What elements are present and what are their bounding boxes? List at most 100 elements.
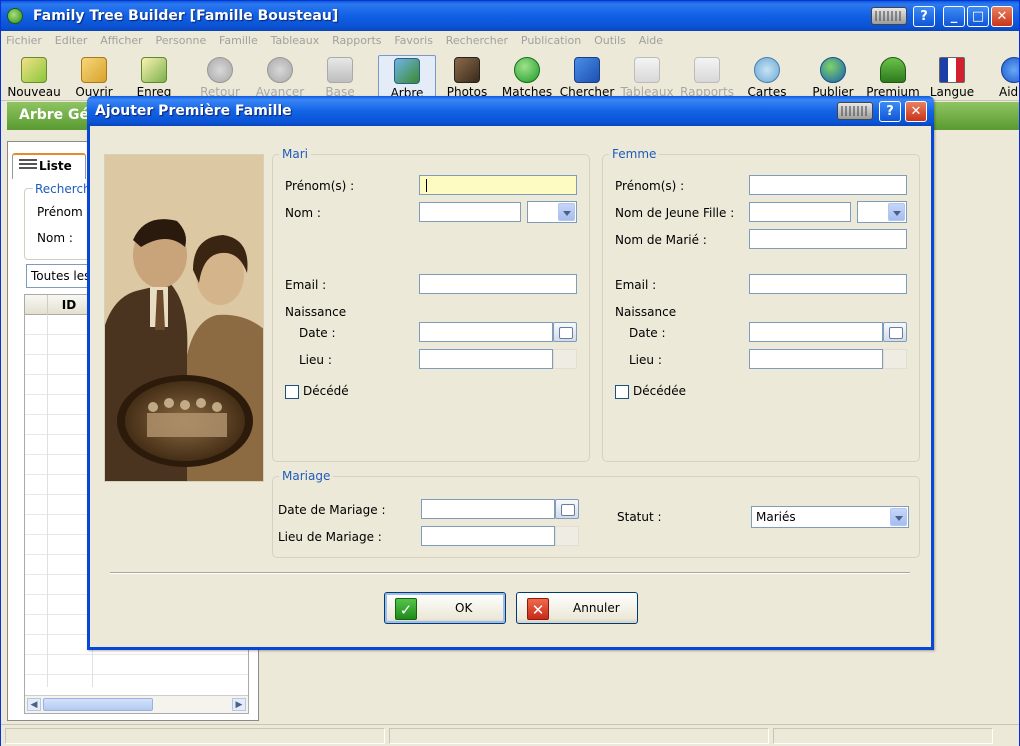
help-icon[interactable]: ? [913,6,935,27]
scroll-thumb[interactable] [43,698,153,711]
calendar-icon[interactable] [555,499,579,519]
menu-rapports[interactable]: Rapports [327,31,385,47]
publier-button[interactable]: Publier [804,55,862,101]
mari-group: Mari Prénom(s) : Nom : Email : Naissance… [272,147,590,462]
femme-prenom-input[interactable] [749,175,907,195]
menu-publication[interactable]: Publication [516,31,585,47]
menu-personne[interactable]: Personne [151,31,211,47]
menu-fichier[interactable]: Fichier [1,31,46,47]
maximize-button[interactable]: □ [967,6,989,27]
statut-select[interactable]: Mariés [751,506,909,528]
cancel-x-icon: ✕ [527,598,549,620]
femme-decede-checkbox[interactable] [615,385,629,399]
scroll-left-icon[interactable]: ◀ [27,698,41,711]
globe-icon [820,57,846,83]
horizontal-scrollbar[interactable]: ◀ ▶ [25,695,248,713]
banner-title: Arbre Gé [19,107,90,123]
photos-button[interactable]: Photos [438,55,496,101]
femme-jeune-fille-input[interactable] [749,202,851,222]
place-picker-button[interactable] [883,349,907,369]
annuler-button[interactable]: ✕ Annuler [516,592,638,624]
menu-outils[interactable]: Outils [589,31,630,47]
mariage-group: Mariage Date de Mariage : Lieu de Mariag… [272,469,920,558]
help-icon[interactable]: ? [879,101,901,122]
mari-date-input[interactable] [419,322,553,342]
femme-lieu-input[interactable] [749,349,883,369]
help-circle-icon [1001,57,1019,83]
chevron-down-icon[interactable] [890,508,907,526]
minimize-button[interactable]: _ [943,6,965,27]
dialog-title: Ajouter Première Famille [95,103,292,119]
rapports-button[interactable]: Rapports [678,55,736,101]
app-titlebar[interactable]: Family Tree Builder [Famille Bousteau] ?… [1,1,1019,31]
keyboard-icon[interactable] [871,7,907,25]
mariage-date-input[interactable] [421,499,555,519]
mariage-date-label: Date de Mariage : [278,503,386,517]
femme-nom-combo[interactable] [857,201,907,223]
cartes-button[interactable]: Cartes [738,55,796,101]
close-button[interactable]: ✕ [905,101,927,122]
femme-marie-label: Nom de Marié : [615,233,707,247]
report-icon [694,57,720,83]
mari-lieu-label: Lieu : [299,353,332,367]
mari-nom-combo[interactable] [527,201,577,223]
divider [110,572,910,574]
menu-afficher[interactable]: Afficher [95,31,146,47]
checkmark-icon: ✓ [395,598,417,620]
femme-prenom-label: Prénom(s) : [615,179,685,193]
tableaux-button[interactable]: Tableaux [618,55,676,101]
dialog-titlebar[interactable]: Ajouter Première Famille ? ✕ [87,96,934,126]
menu-famille[interactable]: Famille [214,31,262,47]
mari-email-input[interactable] [419,274,577,294]
base-button[interactable]: Base [311,55,369,101]
text-caret [426,179,427,192]
menu-aide[interactable]: Aide [634,31,667,47]
arbre-button[interactable]: Arbre [378,55,436,101]
chevron-down-icon[interactable] [558,203,575,221]
femme-date-input[interactable] [749,322,883,342]
avancer-button[interactable]: Avancer [251,55,309,101]
nouveau-button[interactable]: Nouveau [5,55,63,101]
mari-nom-input[interactable] [419,202,521,222]
aide-button[interactable]: Aid [983,55,1019,101]
menu-tableaux[interactable]: Tableaux [266,31,324,47]
menu-rechercher[interactable]: Rechercher [441,31,512,47]
premium-button[interactable]: Premium [864,55,922,101]
chevron-down-icon[interactable] [888,203,905,221]
mariage-lieu-input[interactable] [421,526,555,546]
new-file-icon [21,57,47,83]
list-icon [19,159,37,171]
enreg-button[interactable]: Enreg [125,55,183,101]
mari-lieu-input[interactable] [419,349,553,369]
femme-email-input[interactable] [749,274,907,294]
add-family-dialog: Ajouter Première Famille ? ✕ Mari Prénom… [87,96,934,650]
main-toolbar: Nouveau Ouvrir Enreg Retour Avancer Base… [1,51,1019,101]
mari-decede-checkbox[interactable] [285,385,299,399]
menu-editer[interactable]: Editer [50,31,92,47]
ouvrir-button[interactable]: Ouvrir [65,55,123,101]
keyboard-icon[interactable] [837,102,873,120]
mari-naissance-label: Naissance [285,305,347,319]
calendar-icon[interactable] [553,322,577,342]
mari-prenom-input[interactable] [419,175,577,195]
chercher-button[interactable]: Chercher [558,55,616,101]
scroll-right-icon[interactable]: ▶ [232,698,246,711]
place-picker-button[interactable] [555,526,579,546]
app-tree-icon [7,8,23,24]
femme-marie-input[interactable] [749,229,907,249]
calendar-icon[interactable] [883,322,907,342]
langue-button[interactable]: Langue [923,55,981,101]
search-group-legend: Recherch [33,182,93,196]
tab-liste[interactable]: Liste [12,153,86,179]
mari-legend: Mari [279,147,311,161]
menu-favoris[interactable]: Favoris [389,31,437,47]
close-button[interactable]: ✕ [991,6,1013,27]
status-segment [5,728,385,744]
mari-date-label: Date : [299,326,336,340]
status-segment [389,728,769,744]
grid-column-id[interactable]: ID [47,295,91,315]
matches-button[interactable]: Matches [498,55,556,101]
place-picker-button[interactable] [553,349,577,369]
ok-button[interactable]: ✓ OK [384,592,506,624]
retour-button[interactable]: Retour [191,55,249,101]
